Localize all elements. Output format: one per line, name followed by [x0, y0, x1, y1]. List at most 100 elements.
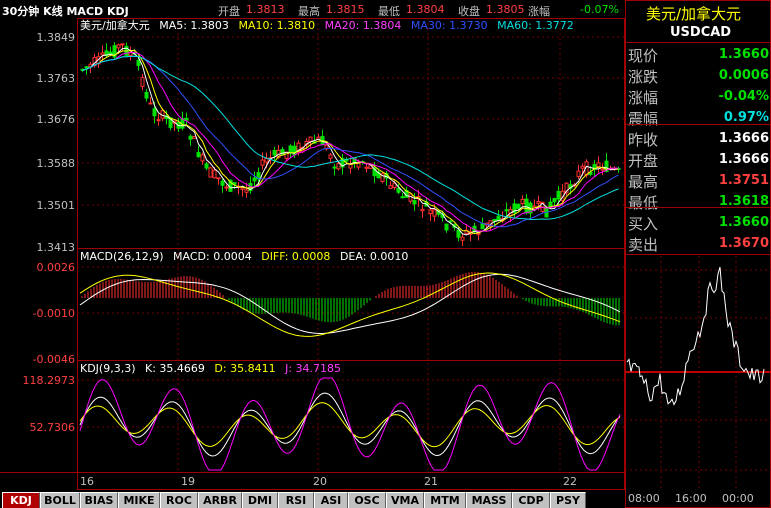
tab-psy[interactable]: PSY [550, 492, 586, 508]
x-label: 21 [424, 475, 438, 488]
tab-osc[interactable]: OSC [348, 492, 386, 508]
x-label: 20 [313, 475, 327, 488]
x-label: 19 [181, 475, 195, 488]
macd-y-label: 0.0026 [37, 261, 76, 274]
tab-rsi[interactable]: RSI [278, 492, 314, 508]
candle-body [120, 43, 125, 46]
candle-body [192, 136, 197, 139]
tab-mike[interactable]: MIKE [118, 492, 160, 508]
tab-vma[interactable]: VMA [386, 492, 424, 508]
candle-body [428, 209, 433, 215]
candlestick-series [80, 42, 621, 246]
candle-body [332, 166, 337, 169]
candle-body [576, 170, 581, 177]
panel-frame: 08:00 16:00 00:00 [625, 0, 771, 508]
candle-body [408, 193, 413, 202]
candle-body [224, 186, 229, 189]
candle-body [152, 108, 157, 117]
candle-body [448, 220, 453, 223]
chart-canvas[interactable]: 1.3849 1.3763 1.3676 1.3588 1.3501 1.341… [0, 0, 626, 490]
candle-body [496, 215, 501, 221]
candle-body [400, 196, 405, 199]
macd-lines [79, 272, 621, 337]
candle-body [240, 187, 245, 190]
mini-time: 16:00 [675, 492, 707, 505]
candle-body [200, 154, 205, 162]
mini-time: 00:00 [722, 492, 754, 505]
y-label: 1.3763 [37, 72, 76, 85]
tab-bias[interactable]: BIAS [80, 492, 118, 508]
candle-body [396, 187, 401, 193]
kdj-y-label: 52.7306 [30, 421, 76, 434]
candle-body [504, 209, 509, 212]
candle-body [100, 52, 105, 56]
candle-body [144, 91, 149, 99]
candle-body [412, 200, 417, 205]
moving-average-lines [82, 47, 619, 236]
candle-body [364, 166, 369, 169]
macd-y-label: -0.0046 [33, 353, 75, 366]
candle-body [140, 77, 145, 87]
candle-body [388, 185, 393, 189]
candle-body [536, 201, 541, 204]
candle-body [272, 150, 277, 156]
candle-body [260, 159, 265, 166]
indicator-tabs: KDJ BOLL BIAS MIKE ROC ARBR DMI RSI ASI OSC VMA MTM… [0, 490, 625, 508]
candle-body [288, 145, 293, 154]
y-label: 1.3413 [37, 241, 76, 254]
candle-body [552, 198, 557, 203]
y-label: 1.3501 [37, 199, 76, 212]
candle-body [244, 189, 249, 193]
candle-body [204, 163, 209, 169]
tab-asi[interactable]: ASI [314, 492, 348, 508]
kdj-lines [79, 377, 621, 471]
tab-dmi[interactable]: DMI [242, 492, 278, 508]
intraday-line [626, 266, 765, 406]
candle-body [264, 157, 269, 163]
candle-body [600, 168, 605, 171]
candle-body [220, 180, 225, 186]
y-label: 1.3676 [37, 113, 76, 126]
candle-body [328, 154, 333, 159]
k-line [79, 392, 621, 457]
ma-legend: 美元/加拿大元 MA5: 1.3803 MA10: 1.3810 MA20: 1… [80, 18, 574, 32]
candle-body [196, 152, 201, 158]
candle-body [212, 169, 217, 179]
candle-body [524, 198, 529, 214]
candle-body [208, 167, 213, 178]
candle-body [84, 66, 89, 69]
candle-body [456, 229, 461, 238]
tab-mtm[interactable]: MTM [424, 492, 466, 508]
tab-arbr[interactable]: ARBR [198, 492, 242, 508]
candle-body [444, 223, 449, 231]
candle-body [156, 119, 161, 122]
candle-body [476, 232, 481, 236]
candle-body [116, 44, 121, 49]
kdj-y-label: 118.2973 [23, 374, 76, 387]
x-label: 16 [80, 475, 94, 488]
tab-kdj[interactable]: KDJ [2, 492, 40, 508]
candle-body [432, 209, 437, 217]
x-label: 22 [563, 475, 577, 488]
macd-legend: MACD(26,12,9) MACD: 0.0004 DIFF: 0.0008 … [80, 250, 408, 263]
candle-body [596, 162, 601, 168]
tab-boll[interactable]: BOLL [40, 492, 80, 508]
candle-body [148, 102, 153, 105]
candle-body [136, 59, 141, 66]
candle-body [308, 136, 313, 142]
j-line [79, 377, 621, 471]
candle-body [492, 218, 497, 222]
tab-roc[interactable]: ROC [160, 492, 198, 508]
candle-body [556, 190, 561, 200]
candle-body [336, 162, 341, 170]
tab-cdp[interactable]: CDP [512, 492, 550, 508]
grid [77, 18, 625, 472]
candle-body [216, 177, 221, 180]
ma60-line [82, 55, 619, 221]
diff-line [79, 272, 621, 337]
mini-time: 08:00 [628, 492, 660, 505]
candle-body [520, 198, 525, 205]
candle-body [188, 135, 193, 140]
macd-y-label: -0.0010 [33, 307, 75, 320]
tab-mass[interactable]: MASS [466, 492, 512, 508]
